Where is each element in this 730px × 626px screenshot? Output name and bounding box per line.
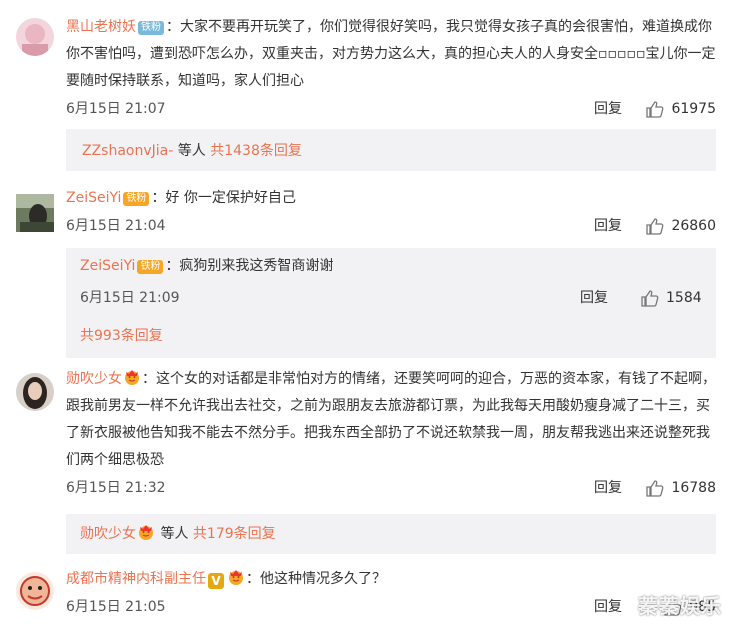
sub-replies-box: ZZshaonvJia- 等人 共1438条回复 — [66, 129, 716, 171]
avatar-image — [16, 194, 54, 232]
like-count: 61975 — [671, 101, 716, 117]
sub-reply-joiner: 等人 — [173, 143, 211, 159]
avatar[interactable] — [16, 194, 54, 232]
sub-reply-button[interactable]: 回复 — [580, 286, 608, 310]
comment-text: ZeiSeiYi 铁粉 ：好 你一定保护好自己 — [66, 185, 716, 212]
sub-reply-user[interactable]: 勋吹少女 — [80, 526, 136, 542]
username[interactable]: 黑山老树妖 — [66, 19, 136, 35]
reply-button[interactable]: 回复 — [594, 476, 622, 500]
avatar[interactable] — [16, 18, 54, 56]
thumbs-up-icon — [646, 101, 664, 118]
view-replies-link[interactable]: 共993条回复 — [80, 328, 163, 344]
avatar[interactable] — [16, 572, 54, 610]
sub-reply-text: ：疯狗别来我这秀智商谢谢 — [165, 258, 334, 274]
vip-face-icon — [139, 525, 153, 540]
reply-button[interactable]: 回复 — [594, 97, 622, 121]
avatar-image — [16, 18, 54, 56]
comment-text: 勋吹少女 ：这个女的对话都是非常怕对方的情绪，还要笑呵呵的迎合，万恶的资本家，有钱… — [66, 366, 716, 474]
like-button[interactable]: 26860 — [645, 214, 716, 238]
vip-face-icon — [229, 570, 243, 585]
fan-badge: 铁粉 — [137, 260, 164, 274]
timestamp: 6月15日 21:05 — [66, 599, 166, 615]
sub-like-button[interactable]: 1584 — [640, 286, 702, 310]
sub-replies-box: 勋吹少女 等人 共179条回复 — [66, 514, 716, 554]
sub-replies-box: ZeiSeiYi 铁粉 ：疯狗别来我这秀智商谢谢 6月15日 21:09 回复 15… — [66, 248, 716, 358]
view-replies-link[interactable]: 共179条回复 — [193, 526, 276, 542]
timestamp: 6月15日 21:04 — [66, 218, 166, 234]
sub-reply-user[interactable]: ZeiSeiYi — [80, 258, 135, 274]
thumbs-up-icon — [641, 290, 659, 307]
avatar[interactable] — [16, 373, 54, 411]
sub-reply-timestamp: 6月15日 21:09 — [80, 290, 180, 306]
view-replies-link[interactable]: 共1438条回复 — [210, 143, 302, 159]
timestamp: 6月15日 21:32 — [66, 480, 166, 496]
like-count: 26860 — [671, 218, 716, 234]
like-button[interactable]: 16788 — [645, 476, 716, 500]
sub-like-count: 1584 — [666, 290, 702, 306]
comment-text: 黑山老树妖 铁粉 ：大家不要再开玩笑了，你们觉得很好笑吗，我只觉得女孩子真的会很害怕… — [66, 14, 716, 95]
username[interactable]: ZeiSeiYi — [66, 190, 121, 206]
fan-badge: 铁粉 — [123, 192, 150, 206]
fan-badge: 铁粉 — [138, 21, 164, 35]
username[interactable]: 成都市精神内科副主任 — [66, 571, 206, 587]
timestamp: 6月15日 21:07 — [66, 101, 166, 117]
username[interactable]: 勋吹少女 — [66, 371, 122, 387]
vip-face-icon — [125, 370, 139, 385]
comment-body: ：他这种情况多久了？ — [246, 571, 386, 587]
sub-reply-joiner: 等人 — [156, 526, 193, 542]
thumbs-up-icon — [646, 480, 664, 497]
thumbs-up-icon — [646, 218, 664, 235]
reply-button[interactable]: 回复 — [594, 214, 622, 238]
verified-badge: V — [208, 573, 224, 589]
like-button[interactable]: 61975 — [645, 97, 716, 121]
like-count: 16788 — [671, 480, 716, 496]
watermark: 蓁蓁娱乐 — [638, 594, 722, 618]
reply-button[interactable]: 回复 — [594, 595, 622, 619]
avatar-image — [16, 373, 54, 411]
comment-text: 成都市精神内科副主任 V ：他这种情况多久了？ — [66, 566, 716, 593]
comment-body: ：这个女的对话都是非常怕对方的情绪，还要笑呵呵的迎合，万恶的资本家，有钱了不起啊… — [66, 371, 716, 468]
sub-reply-user[interactable]: ZZshaonvJia- — [82, 143, 173, 159]
avatar-image — [16, 572, 54, 610]
comment-body: ：好 你一定保护好自己 — [151, 190, 296, 206]
